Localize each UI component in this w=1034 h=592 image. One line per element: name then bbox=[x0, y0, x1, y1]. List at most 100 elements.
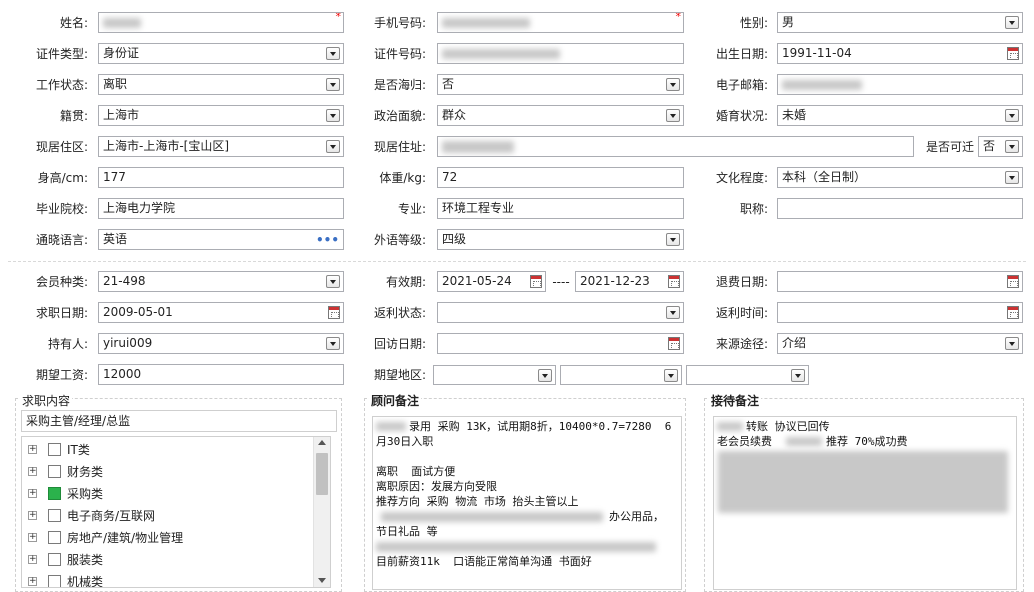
scroll-up-icon[interactable] bbox=[318, 440, 326, 445]
job-date-input[interactable]: 2009-05-01 bbox=[98, 302, 344, 323]
chevron-down-icon[interactable] bbox=[326, 109, 340, 122]
area-city-select[interactable] bbox=[560, 365, 682, 385]
tree-item-ecommerce[interactable]: + 电子商务/互联网 bbox=[22, 505, 312, 527]
holder-select[interactable]: yirui009 bbox=[98, 333, 344, 354]
major-input[interactable]: 环境工程专业 bbox=[437, 198, 684, 219]
checkbox-it[interactable] bbox=[48, 443, 61, 456]
tree-item-finance[interactable]: + 财务类 bbox=[22, 461, 312, 483]
calendar-icon[interactable] bbox=[328, 306, 340, 319]
calendar-icon[interactable] bbox=[1007, 275, 1019, 288]
scrollbar-thumb[interactable] bbox=[316, 453, 328, 495]
calendar-icon[interactable] bbox=[1007, 306, 1019, 319]
id-type-select[interactable]: 身份证 bbox=[98, 43, 344, 64]
education-select[interactable]: 本科（全日制） bbox=[777, 167, 1023, 188]
more-options-icon[interactable]: ••• bbox=[316, 231, 339, 249]
note-line: 老会员续费 bbox=[717, 435, 772, 448]
job-category-tree[interactable]: + IT类 + 财务类 + 采购类 + 电子商务/互联网 + 房地产/建筑/物业管理 + 服… bbox=[21, 436, 331, 588]
reception-notes-textarea[interactable]: 转账 协议已回传 老会员续费 推荐 70%成功费 bbox=[713, 416, 1017, 590]
name-label: 姓名: bbox=[59, 16, 88, 30]
expand-icon[interactable]: + bbox=[28, 467, 37, 476]
expand-icon[interactable]: + bbox=[28, 577, 37, 586]
relocate-select[interactable]: 否 bbox=[978, 136, 1023, 157]
chevron-down-icon[interactable] bbox=[326, 78, 340, 91]
chevron-down-icon[interactable] bbox=[791, 369, 805, 382]
calendar-icon[interactable] bbox=[668, 275, 680, 288]
language-input[interactable]: 英语 ••• bbox=[98, 229, 344, 250]
area-label: 期望地区: bbox=[373, 368, 426, 382]
scroll-down-icon[interactable] bbox=[318, 578, 326, 583]
calendar-icon[interactable] bbox=[1007, 47, 1019, 60]
note-line: 办公用品， bbox=[609, 510, 664, 523]
id-no-input[interactable] bbox=[437, 43, 684, 64]
expand-icon[interactable]: + bbox=[28, 445, 37, 454]
height-input[interactable]: 177 bbox=[98, 167, 344, 188]
member-type-select[interactable]: 21-498 bbox=[98, 271, 344, 292]
area-province-select[interactable] bbox=[433, 365, 556, 385]
tree-item-apparel[interactable]: + 服装类 bbox=[22, 549, 312, 571]
overseas-select[interactable]: 否 bbox=[437, 74, 684, 95]
expand-icon[interactable]: + bbox=[28, 533, 37, 542]
chevron-down-icon[interactable] bbox=[1005, 171, 1019, 184]
tree-item-it[interactable]: + IT类 bbox=[22, 439, 312, 461]
lang-level-select[interactable]: 四级 bbox=[437, 229, 684, 250]
valid-from-input[interactable]: 2021-05-24 bbox=[437, 271, 546, 292]
chevron-down-icon[interactable] bbox=[1005, 109, 1019, 122]
birth-date-input[interactable]: 1991-11-04 bbox=[777, 43, 1023, 64]
expand-icon[interactable]: + bbox=[28, 489, 37, 498]
title-input[interactable] bbox=[777, 198, 1023, 219]
job-selected-input[interactable]: 采购主管/经理/总监 bbox=[21, 410, 337, 432]
chevron-down-icon[interactable] bbox=[664, 369, 678, 382]
chevron-down-icon[interactable] bbox=[326, 337, 340, 350]
rebate-status-select[interactable] bbox=[437, 302, 684, 323]
tree-item-label: 机械类 bbox=[67, 575, 104, 588]
birth-label: 出生日期: bbox=[715, 47, 768, 61]
salary-input[interactable]: 12000 bbox=[98, 364, 344, 385]
chevron-down-icon[interactable] bbox=[326, 47, 340, 60]
refund-date-input[interactable] bbox=[777, 271, 1023, 292]
chevron-down-icon[interactable] bbox=[1005, 140, 1019, 153]
address-input[interactable] bbox=[437, 136, 914, 157]
checkbox-realestate[interactable] bbox=[48, 531, 61, 544]
area-district-select[interactable] bbox=[686, 365, 809, 385]
chevron-down-icon[interactable] bbox=[666, 78, 680, 91]
checkbox-machinery[interactable] bbox=[48, 575, 61, 587]
calendar-icon[interactable] bbox=[668, 337, 680, 350]
region-select[interactable]: 上海市-上海市-[宝山区] bbox=[98, 136, 344, 157]
expand-icon[interactable]: + bbox=[28, 511, 37, 520]
scrollbar[interactable] bbox=[313, 437, 330, 587]
checkbox-finance[interactable] bbox=[48, 465, 61, 478]
source-select[interactable]: 介绍 bbox=[777, 333, 1023, 354]
tree-item-purchasing[interactable]: + 采购类 bbox=[22, 483, 312, 505]
calendar-icon[interactable] bbox=[530, 275, 542, 288]
chevron-down-icon[interactable] bbox=[1005, 16, 1019, 29]
weight-input[interactable]: 72 bbox=[437, 167, 684, 188]
phone-input[interactable]: * bbox=[437, 12, 684, 33]
email-input[interactable] bbox=[777, 74, 1023, 95]
marital-select[interactable]: 未婚 bbox=[777, 105, 1023, 126]
tree-item-machinery[interactable]: + 机械类 bbox=[22, 571, 312, 588]
gender-select[interactable]: 男 bbox=[777, 12, 1023, 33]
consultant-notes-textarea[interactable]: 录用 采购 13K，试用期8折，10400*0.7=7280 6 月30日入职 … bbox=[372, 416, 682, 590]
chevron-down-icon[interactable] bbox=[326, 140, 340, 153]
refund-date-label: 退费日期: bbox=[715, 275, 768, 289]
chevron-down-icon[interactable] bbox=[666, 109, 680, 122]
checkbox-purchasing[interactable] bbox=[48, 487, 61, 500]
native-select[interactable]: 上海市 bbox=[98, 105, 344, 126]
rebate-time-input[interactable] bbox=[777, 302, 1023, 323]
valid-to-input[interactable]: 2021-12-23 bbox=[575, 271, 684, 292]
expand-icon[interactable]: + bbox=[28, 555, 37, 564]
checkbox-apparel[interactable] bbox=[48, 553, 61, 566]
chevron-down-icon[interactable] bbox=[666, 233, 680, 246]
tree-item-realestate[interactable]: + 房地产/建筑/物业管理 bbox=[22, 527, 312, 549]
chevron-down-icon[interactable] bbox=[1005, 337, 1019, 350]
school-input[interactable]: 上海电力学院 bbox=[98, 198, 344, 219]
name-input[interactable]: * bbox=[98, 12, 344, 33]
job-content-panel: 求职内容 采购主管/经理/总监 + IT类 + 财务类 + 采购类 + 电子商务/互联网… bbox=[15, 392, 342, 592]
chevron-down-icon[interactable] bbox=[326, 275, 340, 288]
politics-select[interactable]: 群众 bbox=[437, 105, 684, 126]
visit-date-input[interactable] bbox=[437, 333, 684, 354]
checkbox-ecommerce[interactable] bbox=[48, 509, 61, 522]
work-status-select[interactable]: 离职 bbox=[98, 74, 344, 95]
chevron-down-icon[interactable] bbox=[538, 369, 552, 382]
chevron-down-icon[interactable] bbox=[666, 306, 680, 319]
